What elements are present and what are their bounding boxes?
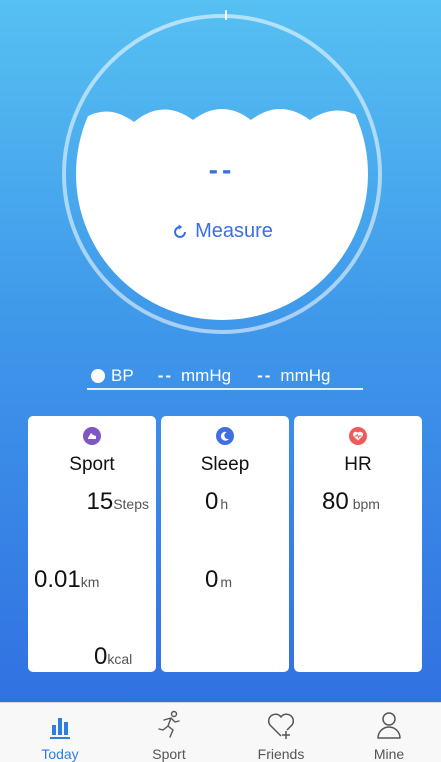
bp-reading-row[interactable]: BP -- mmHg -- mmHg — [87, 364, 363, 390]
hr-value: 80 — [322, 488, 349, 515]
steps-value: 15 — [86, 488, 114, 515]
person-icon — [377, 712, 401, 739]
calories-metric: 0kcal — [94, 643, 132, 671]
bar-chart-icon — [50, 718, 70, 739]
calories-unit: kcal — [107, 651, 133, 667]
tab-sport[interactable]: Sport — [129, 703, 209, 762]
bp-diastolic-unit: mmHg — [280, 366, 331, 385]
refresh-icon — [174, 223, 187, 238]
tab-today-label: Today — [41, 746, 79, 762]
sleep-minutes-unit: m — [220, 574, 233, 590]
bp-diastolic-value: -- — [257, 366, 273, 385]
calories-value: 0 — [94, 643, 108, 670]
bp-systolic-unit: mmHg — [181, 366, 232, 385]
steps-unit: Steps — [113, 496, 149, 512]
distance-unit: km — [80, 574, 100, 590]
gauge-tick-mark — [225, 10, 227, 20]
hr-unit: bpm — [352, 496, 380, 512]
moon-icon — [216, 427, 234, 445]
bp-label: BP — [111, 366, 134, 385]
tab-sport-label: Sport — [152, 746, 186, 762]
sleep-card[interactable]: Sleep 0h 0m — [161, 416, 289, 672]
bp-radio-icon[interactable] — [91, 369, 105, 383]
measure-label: Measure — [195, 220, 273, 242]
sport-card[interactable]: Sport 15Steps 0.01km 0kcal — [28, 416, 156, 672]
tab-mine-label: Mine — [373, 746, 405, 762]
heart-plus-icon — [267, 713, 295, 739]
bp-systolic-value: -- — [157, 366, 174, 385]
tab-friends-label: Friends — [257, 746, 305, 762]
sleep-hours-value: 0 — [205, 488, 219, 515]
running-shoe-icon — [83, 427, 101, 445]
sport-card-title: Sport — [69, 454, 115, 475]
gauge-value: -- — [208, 154, 236, 185]
tab-mine[interactable]: Mine — [349, 703, 429, 762]
tab-today[interactable]: Today — [20, 703, 100, 762]
gauge-face: -- Measure — [76, 28, 368, 320]
runner-icon — [158, 710, 180, 738]
distance-value: 0.01 — [34, 566, 81, 593]
measure-button[interactable]: Measure — [76, 220, 368, 243]
sleep-card-title: Sleep — [200, 454, 250, 475]
sleep-hours-metric: 0h — [205, 488, 228, 516]
hr-metric: 80 bpm — [322, 488, 380, 516]
steps-metric: 15Steps — [86, 488, 149, 516]
heart-pulse-icon — [349, 427, 367, 445]
distance-metric: 0.01km — [34, 566, 99, 594]
tab-bar: Today Sport Friends Mine — [0, 702, 441, 762]
sleep-minutes-metric: 0m — [205, 566, 232, 594]
sleep-minutes-value: 0 — [205, 566, 219, 593]
today-screen: -- Measure BP -- mmHg -- mmHg Sport 15St… — [0, 0, 441, 762]
hr-card-title: HR — [344, 454, 372, 475]
sleep-hours-unit: h — [220, 496, 229, 512]
tab-friends[interactable]: Friends — [241, 703, 321, 762]
hr-card[interactable]: HR 80 bpm — [294, 416, 422, 672]
